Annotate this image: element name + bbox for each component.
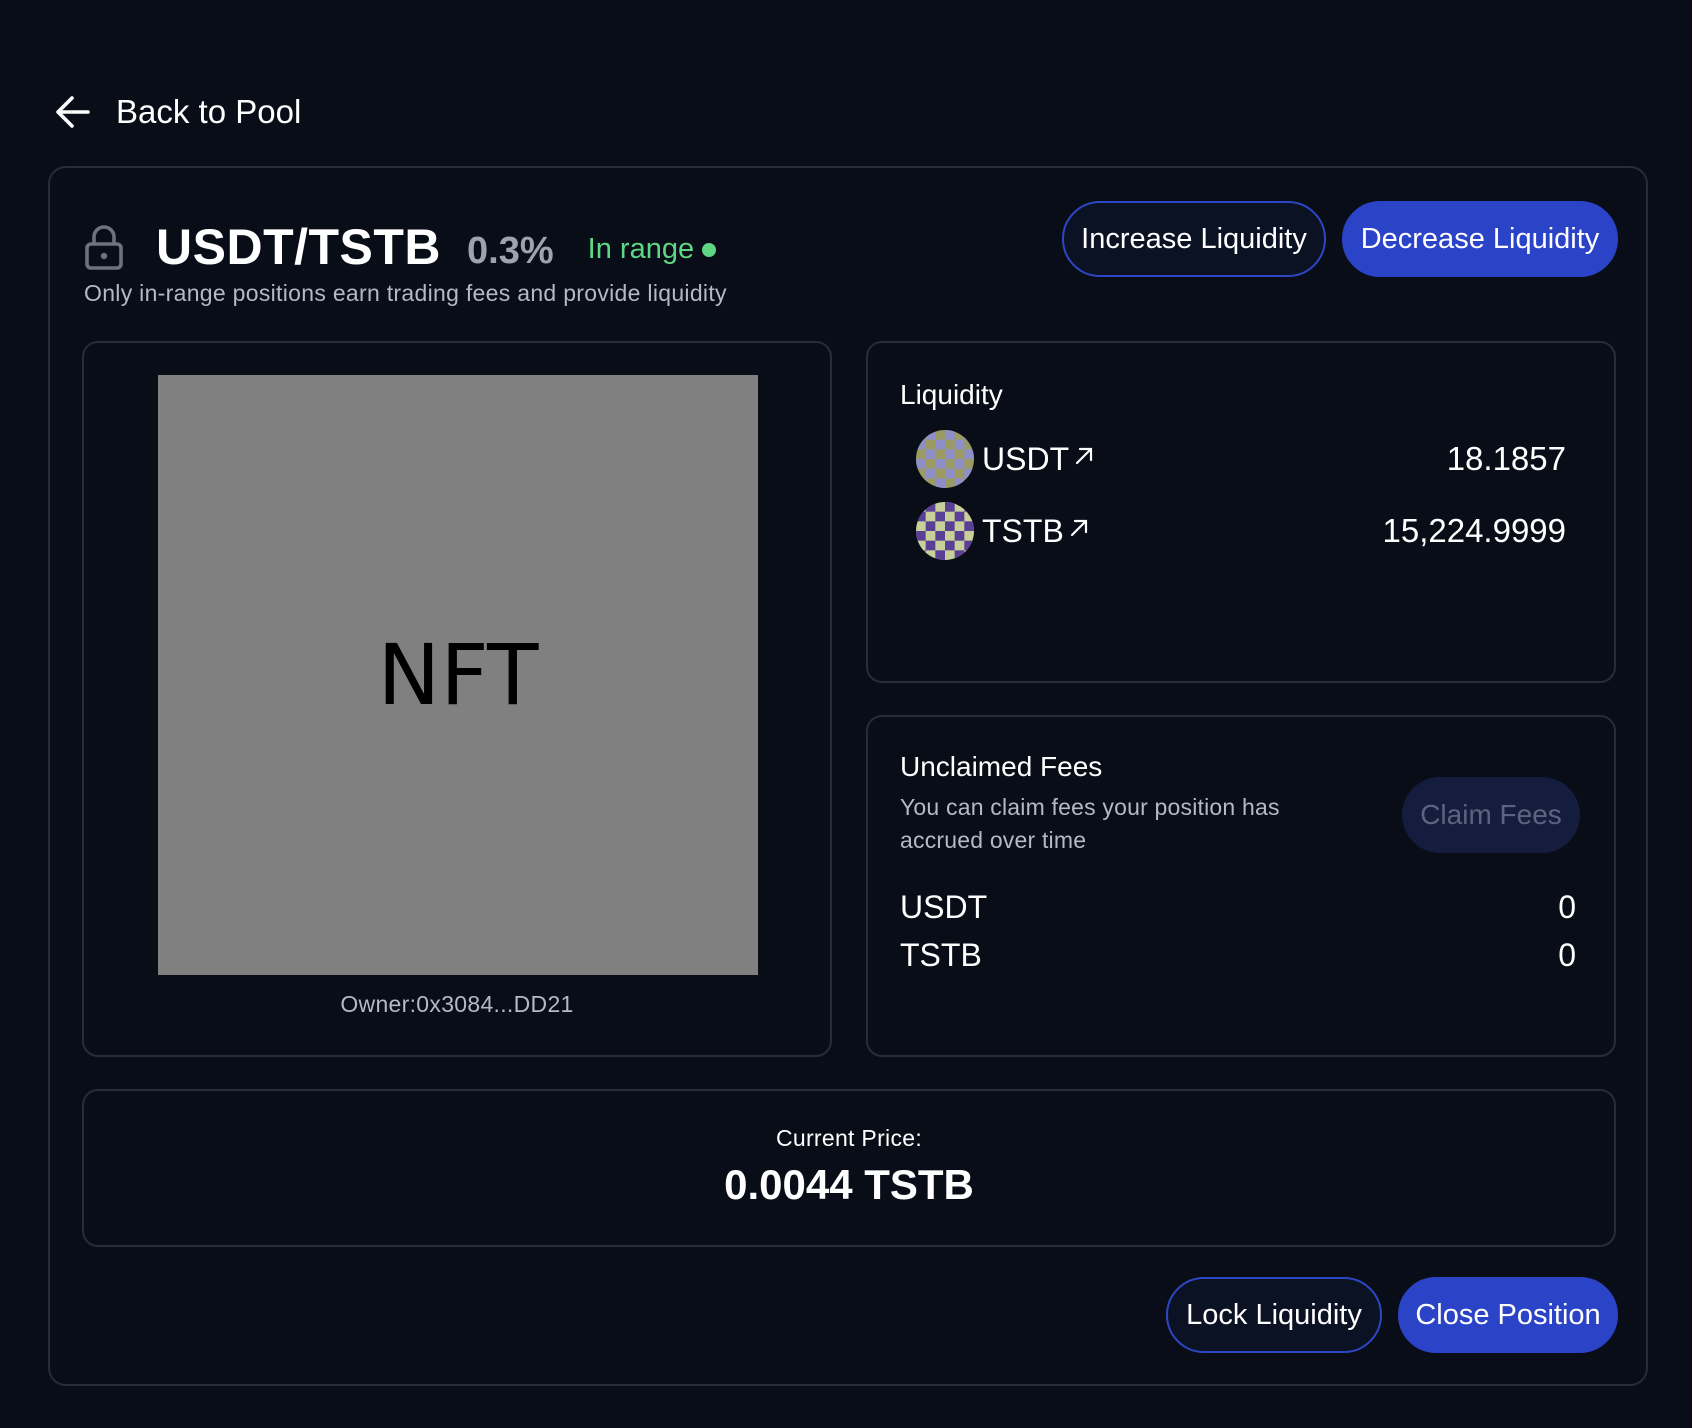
close-position-button[interactable]: Close Position bbox=[1398, 1277, 1618, 1353]
range-status: In range bbox=[587, 232, 717, 266]
lock-icon bbox=[85, 225, 123, 270]
fee-token-symbol: USDT bbox=[900, 888, 988, 925]
fee-token-amount: 0 bbox=[1558, 936, 1576, 973]
nft-panel: NFT Owner:0x3084...DD21 bbox=[82, 341, 832, 1057]
usdt-token-icon bbox=[916, 430, 974, 488]
position-card: USDT/TSTB 0.3% In range Only in-range po… bbox=[48, 166, 1648, 1386]
arrow-left-icon bbox=[56, 96, 90, 128]
token-amount: 18.1857 bbox=[1446, 440, 1566, 477]
liquidity-row-usdt: USDT 18.1857 bbox=[916, 430, 1566, 488]
liquidity-title: Liquidity bbox=[900, 379, 1003, 410]
nft-placeholder-text: NFT bbox=[377, 626, 539, 724]
nft-image: NFT bbox=[158, 375, 758, 975]
fee-tier-badge: 0.3% bbox=[467, 229, 554, 272]
unclaimed-fees-description: You can claim fees your position has acc… bbox=[900, 794, 1280, 853]
unclaimed-fees-panel: Unclaimed Fees You can claim fees your p… bbox=[866, 715, 1616, 1057]
fee-row-tstb: TSTB 0 bbox=[900, 933, 1576, 977]
fee-token-amount: 0 bbox=[1558, 888, 1576, 925]
back-to-pool-link[interactable]: Back to Pool bbox=[54, 90, 301, 134]
unclaimed-fees-title: Unclaimed Fees bbox=[900, 751, 1103, 782]
token-symbol: TSTB bbox=[982, 512, 1064, 549]
position-page: Back to Pool USDT/TSTB 0.3% In range Onl… bbox=[0, 0, 1692, 1428]
current-price-panel: Current Price: 0.0044 TSTB bbox=[82, 1089, 1616, 1247]
back-to-pool-label: Back to Pool bbox=[116, 93, 302, 130]
current-price-label: Current Price: bbox=[775, 1125, 923, 1151]
decrease-liquidity-button[interactable]: Decrease Liquidity bbox=[1342, 201, 1618, 277]
claim-fees-button[interactable]: Claim Fees bbox=[1402, 777, 1580, 853]
tstb-token-link[interactable]: TSTB bbox=[982, 513, 1090, 550]
current-price-value: 0.0044 TSTB bbox=[724, 1161, 974, 1208]
pair-title: USDT/TSTB bbox=[156, 219, 442, 275]
position-subtitle: Only in-range positions earn trading fee… bbox=[84, 280, 727, 306]
external-link-icon bbox=[1070, 519, 1087, 537]
liquidity-row-tstb: TSTB 15,224.9999 bbox=[916, 502, 1566, 560]
owner-label: Owner: bbox=[340, 991, 417, 1017]
liquidity-panel: Liquidity USDT 18.1857 TSTB 15,224.9999 bbox=[866, 341, 1616, 683]
external-link-icon bbox=[1076, 447, 1093, 465]
range-status-label: In range bbox=[587, 232, 695, 265]
owner-line: Owner:0x3084...DD21 bbox=[84, 991, 830, 1018]
fee-token-symbol: TSTB bbox=[900, 936, 982, 973]
increase-liquidity-button[interactable]: Increase Liquidity bbox=[1062, 201, 1326, 277]
fee-row-usdt: USDT 0 bbox=[900, 885, 1576, 929]
position-header: USDT/TSTB 0.3% In range bbox=[84, 218, 717, 276]
token-amount: 15,224.9999 bbox=[1382, 512, 1566, 549]
usdt-token-link[interactable]: USDT bbox=[982, 441, 1095, 478]
lock-liquidity-button[interactable]: Lock Liquidity bbox=[1166, 1277, 1382, 1353]
status-dot bbox=[702, 243, 717, 257]
token-symbol: USDT bbox=[982, 440, 1070, 477]
owner-address: 0x3084...DD21 bbox=[416, 991, 574, 1017]
tstb-token-icon bbox=[916, 502, 974, 560]
